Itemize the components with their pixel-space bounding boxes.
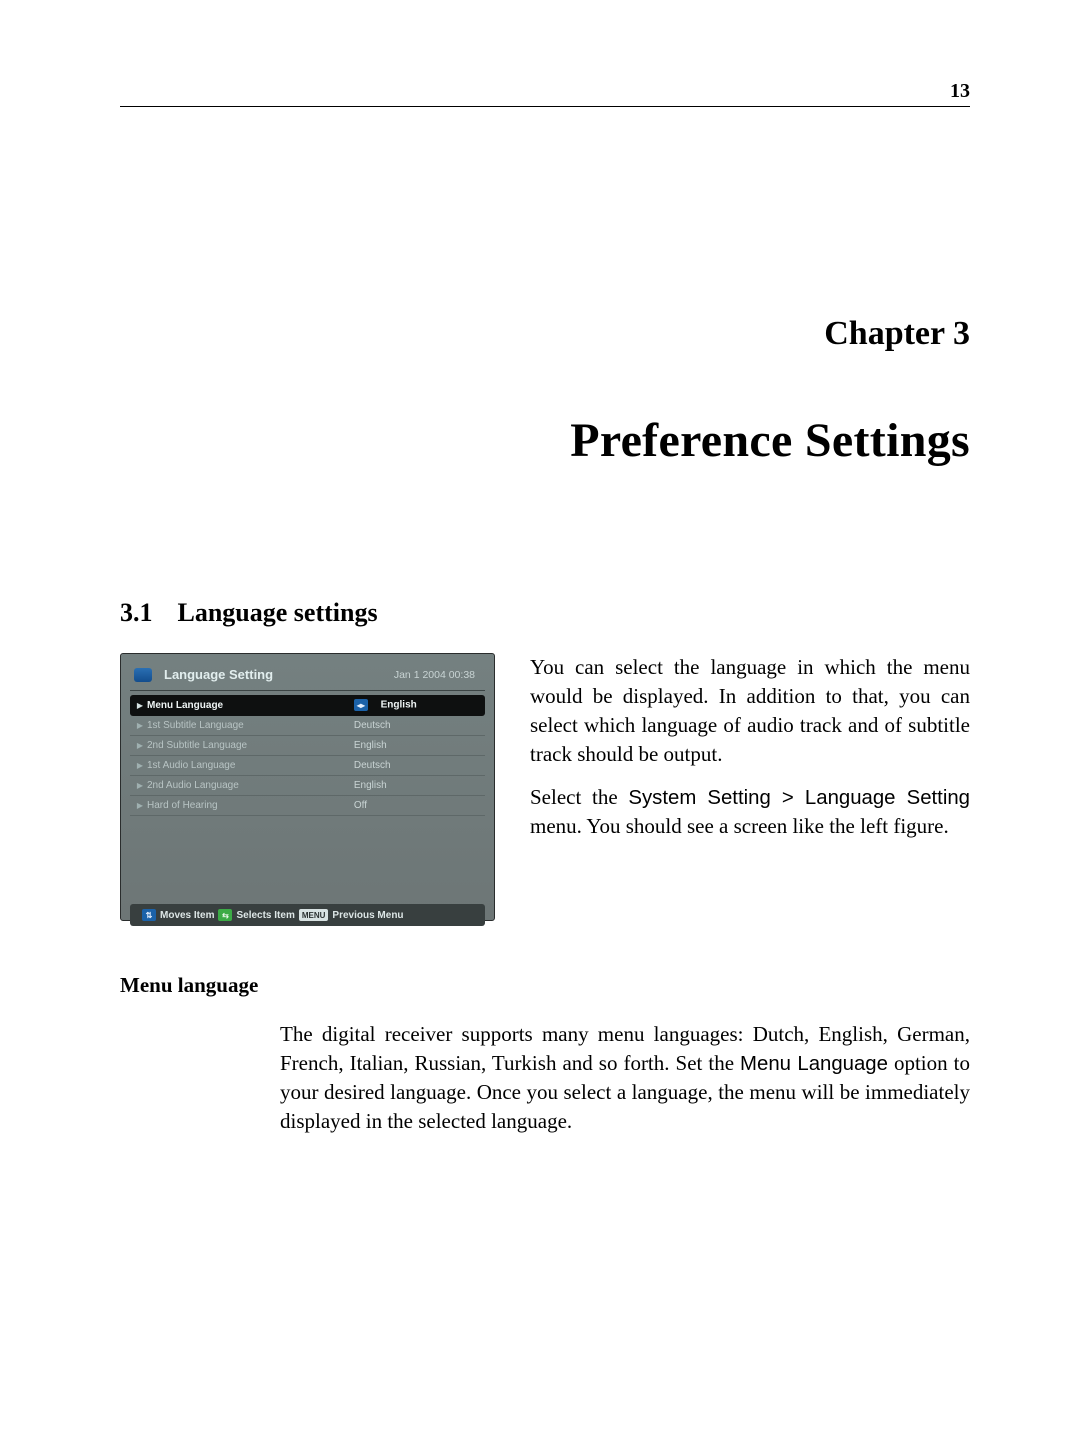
body-paragraph: The digital receiver supports many menu … [280,1020,970,1136]
tv-osd-figure: Language Setting Jan 1 2004 00:38 ▶ Menu… [120,653,495,921]
figure-container: Language Setting Jan 1 2004 00:38 ▶ Menu… [120,653,495,921]
osd-row-1st-subtitle-language[interactable]: ▶ 1st Subtitle Language Deutsch [130,716,485,736]
menu-path: System Setting > Lan­guage Setting [628,787,970,809]
document-page: 13 Chapter 3 Preference Settings 3.1 Lan… [0,0,1080,1439]
subheading-menu-language: Menu language [120,973,970,998]
osd-row-1st-audio-language[interactable]: ▶ 1st Audio Language Deutsch [130,756,485,776]
header-rule [120,106,970,107]
osd-row-label: 1st Subtitle Language [147,720,338,731]
osd-hint-bar: ⇅ Moves Item ⇆ Selects Item MENU Previou… [130,904,485,926]
page-number: 13 [950,80,970,103]
osd-row-value: Deutsch [338,720,483,731]
right-column-text: You can select the language in which the… [530,653,970,855]
chevron-right-icon: ▶ [136,761,144,770]
osd-row-value: English [338,780,483,791]
paragraph: Select the System Setting > Lan­guage Se… [530,783,970,841]
osd-title: Language Setting [164,667,273,682]
brand-icon [134,668,152,682]
osd-row-label: Hard of Hearing [147,800,338,811]
chapter-label: Chapter 3 [120,315,970,353]
osd-row-2nd-audio-language[interactable]: ▶ 2nd Audio Language English [130,776,485,796]
chevron-right-icon: ▶ [136,781,144,790]
osd-row-2nd-subtitle-language[interactable]: ▶ 2nd Subtitle Language English [130,736,485,756]
section-number: 3.1 [120,598,153,628]
hint-selects-label: Selects Item [236,910,294,921]
osd-datetime: Jan 1 2004 00:38 [394,669,475,681]
hint-previous-label: Previous Menu [332,910,403,921]
osd-row-menu-language[interactable]: ▶ Menu Language ◂▸ English [130,695,485,716]
hint-moves-label: Moves Item [160,910,214,921]
chapter-title: Preference Settings [120,413,970,468]
section-title: Language settings [178,598,378,628]
osd-row-label: 2nd Subtitle Language [147,740,338,751]
osd-row-value: Off [338,800,483,811]
osd-title-bar: Language Setting Jan 1 2004 00:38 [130,663,485,691]
paragraph: You can select the language in which the… [530,653,970,769]
dpad-vertical-icon: ⇅ [142,909,156,921]
chevron-right-icon: ▶ [136,801,144,810]
osd-row-value: ◂▸ English [338,699,483,711]
section-heading: 3.1 Language settings [120,598,970,628]
left-right-arrows-icon: ◂▸ [354,699,368,711]
chevron-right-icon: ▶ [136,701,144,710]
osd-row-label: 1st Audio Language [147,760,338,771]
chevron-right-icon: ▶ [136,721,144,730]
osd-row-label: Menu Language [147,700,338,711]
menu-key-icon: MENU [299,909,329,921]
osd-settings-list: ▶ Menu Language ◂▸ English ▶ 1st Subtitl… [130,695,485,816]
figure-and-text-row: Language Setting Jan 1 2004 00:38 ▶ Menu… [120,653,970,921]
osd-row-value: Deutsch [338,760,483,771]
osd-row-hard-of-hearing[interactable]: ▶ Hard of Hearing Off [130,796,485,816]
osd-row-value: English [338,740,483,751]
osd-row-label: 2nd Audio Language [147,780,338,791]
option-name: Menu Language [740,1053,888,1075]
chevron-right-icon: ▶ [136,741,144,750]
dpad-horizontal-icon: ⇆ [218,909,232,921]
